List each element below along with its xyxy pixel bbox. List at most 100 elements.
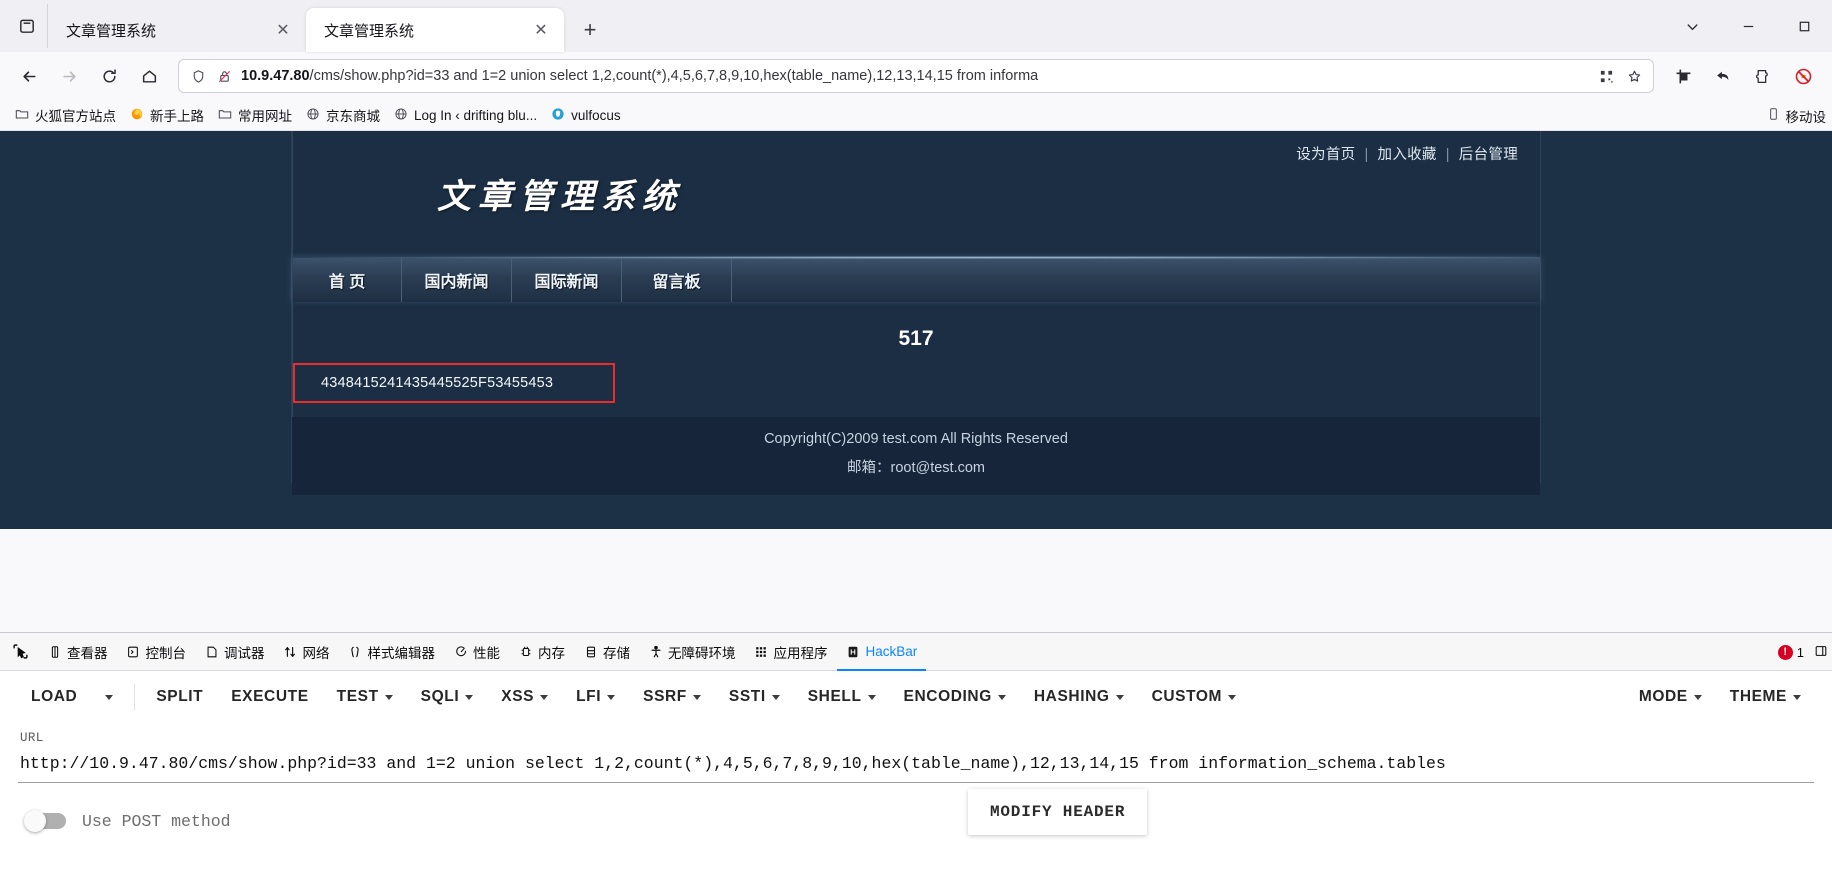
- devtools-tab-performance[interactable]: 性能: [444, 633, 509, 671]
- devtools-tab-memory[interactable]: 内存: [509, 633, 574, 671]
- close-icon[interactable]: ✕: [270, 17, 296, 43]
- devtools-tab-label: 存储: [603, 645, 630, 661]
- back-icon[interactable]: [10, 57, 48, 95]
- bookmark-item[interactable]: 火狐官方站点: [8, 102, 123, 128]
- toggle-knob: [24, 810, 46, 832]
- admin-link[interactable]: 后台管理: [1459, 147, 1518, 163]
- hackbar-hashing-menu[interactable]: HASHING: [1021, 680, 1137, 714]
- hackbar-encoding-menu[interactable]: ENCODING: [891, 680, 1019, 714]
- firefox-icon: [130, 107, 144, 124]
- devtools-tab-application[interactable]: 应用程序: [745, 633, 837, 671]
- devtools-tab-console[interactable]: 控制台: [117, 633, 196, 671]
- devtools-tab-label: 调试器: [224, 645, 265, 661]
- devtools-tab-network[interactable]: 网络: [274, 633, 339, 671]
- browser-navigation-toolbar: 10.9.47.80/cms/show.php?id=33 and 1=2 un…: [0, 52, 1832, 100]
- injection-hex-result-highlight: 4348415241435445525F53455453: [293, 363, 615, 403]
- bookmarks-overflow[interactable]: 移动设: [1767, 100, 1826, 131]
- address-bar[interactable]: 10.9.47.80/cms/show.php?id=33 and 1=2 un…: [178, 59, 1654, 93]
- devtools-tab-storage[interactable]: 存储: [574, 633, 639, 671]
- adblock-icon[interactable]: [1784, 57, 1822, 95]
- list-all-tabs-icon[interactable]: [1664, 0, 1720, 52]
- hackbar-button-label: XSS: [501, 688, 535, 705]
- new-tab-button[interactable]: +: [572, 12, 608, 48]
- hackbar-ssti-menu[interactable]: SSTI: [716, 680, 793, 714]
- forward-icon[interactable]: [50, 57, 88, 95]
- shield-icon[interactable]: [185, 63, 211, 89]
- devtools-tab-style-editor[interactable]: 样式编辑器: [339, 633, 445, 671]
- close-icon[interactable]: ✕: [528, 17, 554, 43]
- undo-icon[interactable]: [1704, 57, 1742, 95]
- minimize-icon[interactable]: [1720, 0, 1776, 52]
- address-bar-actions: [1593, 63, 1647, 89]
- devtools-tab-label: 性能: [473, 645, 500, 661]
- screenshot-icon[interactable]: [1664, 57, 1702, 95]
- devtools-tab-hackbar[interactable]: HackBar: [837, 633, 927, 671]
- qrcode-icon[interactable]: [1593, 63, 1619, 89]
- hackbar-load-button[interactable]: LOAD: [18, 680, 90, 714]
- nav-item-domestic-news[interactable]: 国内新闻: [402, 258, 512, 302]
- bookmark-item[interactable]: 京东商城: [299, 102, 387, 128]
- error-count-badge[interactable]: ! 1: [1777, 644, 1804, 660]
- hackbar-split-button[interactable]: SPLIT: [143, 680, 216, 714]
- hackbar-toolbar: LOAD SPLIT EXECUTE TEST SQLI XSS LFI SSR…: [0, 671, 1832, 723]
- chevron-down-icon: [105, 694, 114, 700]
- hackbar-url-input[interactable]: http://10.9.47.80/cms/show.php?id=33 and…: [18, 747, 1814, 783]
- hackbar-shell-menu[interactable]: SHELL: [795, 680, 889, 714]
- devtools-tab-inspector[interactable]: 查看器: [38, 633, 117, 671]
- devtools-tab-debugger[interactable]: 调试器: [195, 633, 274, 671]
- globe-icon: [306, 107, 320, 124]
- nav-item-home[interactable]: 首 页: [292, 258, 402, 302]
- nav-item-international-news[interactable]: 国际新闻: [512, 258, 622, 302]
- application-icon: [754, 644, 769, 659]
- reload-icon[interactable]: [90, 57, 128, 95]
- hackbar-button-label: ENCODING: [903, 688, 992, 705]
- chevron-down-icon: [771, 694, 780, 700]
- hackbar-theme-menu[interactable]: THEME: [1717, 680, 1814, 714]
- hackbar-xss-menu[interactable]: XSS: [488, 680, 561, 714]
- hackbar-button-label: SPLIT: [156, 688, 204, 705]
- set-homepage-link[interactable]: 设为首页: [1296, 147, 1355, 163]
- toolbar-divider: [134, 684, 136, 710]
- hackbar-mode-menu[interactable]: MODE: [1626, 680, 1715, 714]
- hackbar-sqli-menu[interactable]: SQLI: [408, 680, 487, 714]
- hackbar-button-label: MODE: [1638, 688, 1688, 705]
- element-picker-icon[interactable]: [4, 637, 36, 667]
- extensions-icon[interactable]: [1744, 57, 1782, 95]
- site-container: 设为首页 | 加入收藏 | 后台管理 文章管理系统 首 页 国内新闻 国际新闻 留言板 …: [291, 131, 1541, 495]
- devtools-tab-accessibility[interactable]: 无障碍环境: [639, 633, 745, 671]
- browser-tab-strip: 文章管理系统 ✕ 文章管理系统 ✕ +: [0, 0, 1832, 52]
- modify-header-button[interactable]: MODIFY HEADER: [968, 789, 1148, 835]
- hackbar-custom-menu[interactable]: CUSTOM: [1139, 680, 1249, 714]
- hackbar-ssrf-menu[interactable]: SSRF: [630, 680, 714, 714]
- hackbar-button-label: THEME: [1729, 688, 1787, 705]
- home-icon[interactable]: [130, 57, 168, 95]
- bookmark-item[interactable]: Log In ‹ drifting blu...: [387, 104, 544, 127]
- developer-tools-panel: 查看器 控制台 调试器 网络 样式编辑器 性能 内存 存储 无障碍环境 应用程序…: [0, 632, 1832, 896]
- bookmark-item[interactable]: 新手上路: [123, 102, 211, 128]
- maximize-icon[interactable]: [1776, 0, 1832, 52]
- bookmarks-toolbar: 火狐官方站点 新手上路 常用网址 京东商城 Log In ‹ drifting …: [0, 100, 1832, 131]
- bookmark-star-icon[interactable]: [1621, 63, 1647, 89]
- devtools-meatball-menu-icon[interactable]: [1814, 644, 1828, 661]
- browser-tab-2[interactable]: 文章管理系统 ✕: [306, 8, 564, 52]
- site-top-links: 设为首页 | 加入收藏 | 后台管理: [1296, 143, 1518, 164]
- accessibility-icon: [648, 644, 663, 659]
- add-favorite-link[interactable]: 加入收藏: [1378, 147, 1437, 163]
- tabs-list-icon[interactable]: [6, 4, 48, 48]
- console-icon: [126, 644, 141, 659]
- chevron-down-icon: [1228, 694, 1237, 700]
- hackbar-button-label: SQLI: [420, 688, 460, 705]
- hackbar-lfi-menu[interactable]: LFI: [563, 680, 628, 714]
- devtools-tab-label: 内存: [538, 645, 565, 661]
- browser-tab-1[interactable]: 文章管理系统 ✕: [48, 8, 306, 52]
- use-post-method-toggle[interactable]: [24, 810, 68, 832]
- nav-item-guestbook[interactable]: 留言板: [622, 258, 732, 302]
- hackbar-execute-button[interactable]: EXECUTE: [218, 680, 321, 714]
- hackbar-load-dropdown[interactable]: [92, 687, 126, 708]
- url-text: 10.9.47.80/cms/show.php?id=33 and 1=2 un…: [237, 68, 1593, 84]
- bookmark-item[interactable]: 常用网址: [211, 102, 299, 128]
- no-tracker-icon[interactable]: [211, 63, 237, 89]
- hackbar-test-menu[interactable]: TEST: [324, 680, 406, 714]
- bookmark-item[interactable]: vulfocus: [544, 104, 628, 127]
